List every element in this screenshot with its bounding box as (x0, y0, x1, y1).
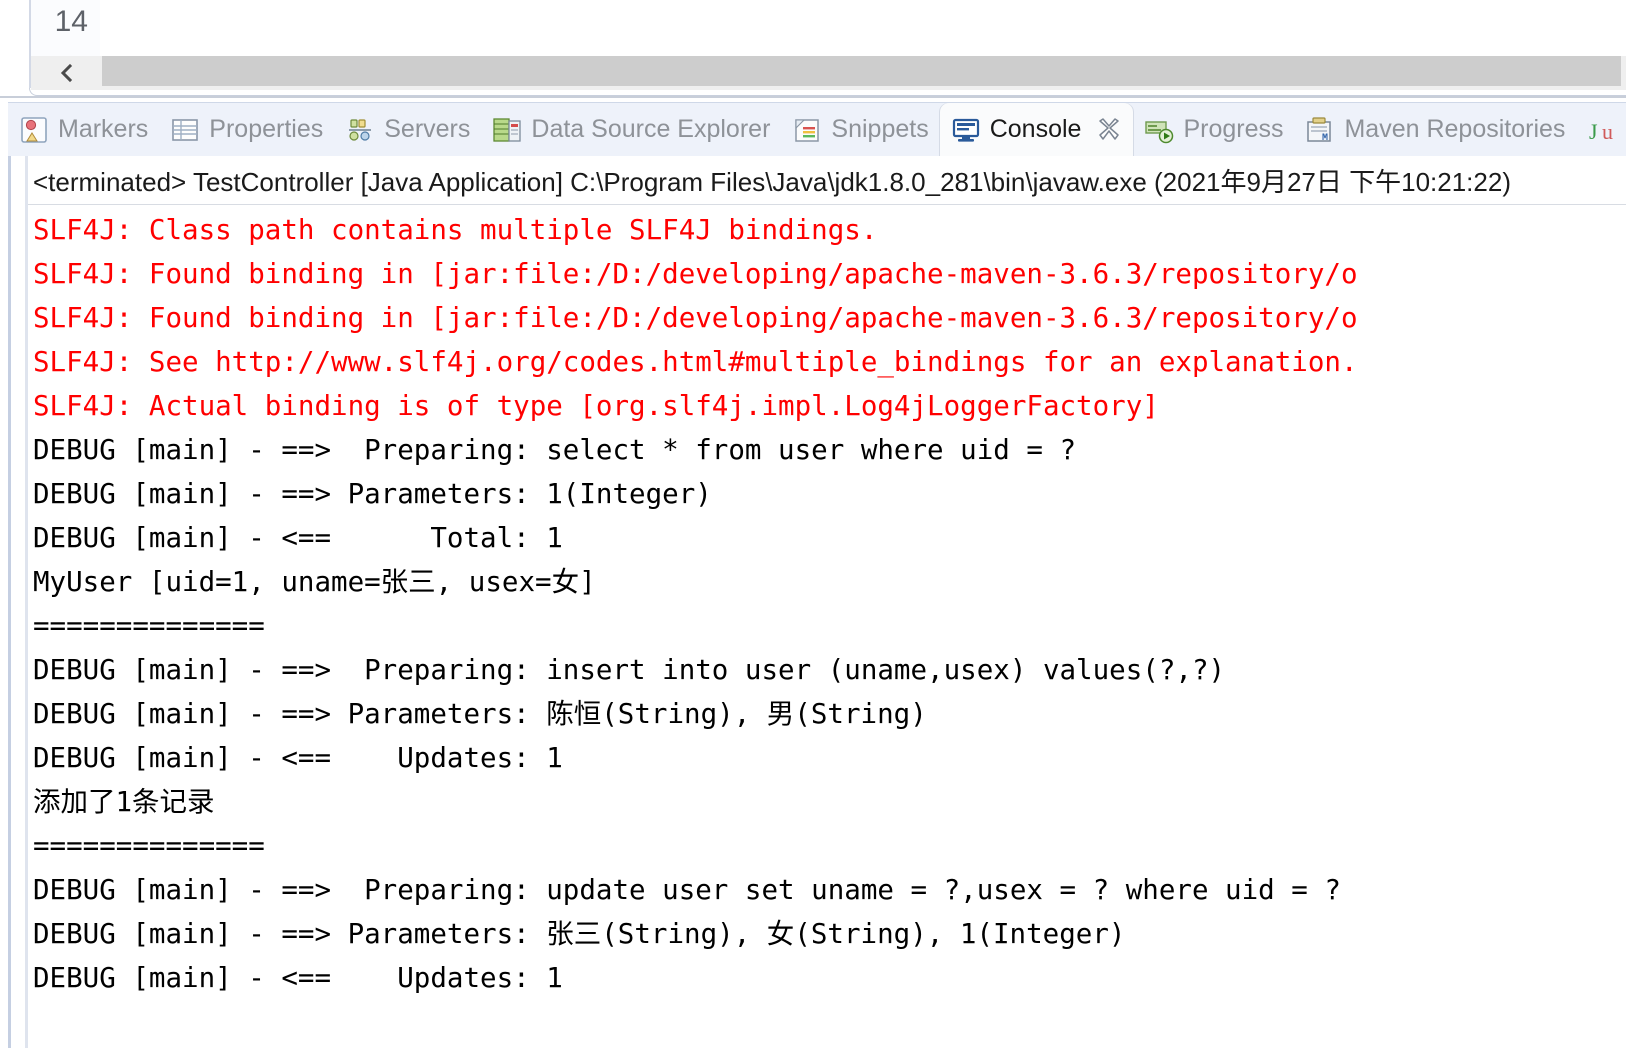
console-line: DEBUG [main] - ==> Parameters: 1(Integer… (33, 478, 712, 510)
tab-label: Properties (209, 115, 324, 143)
editor-hscroll-thumb[interactable] (102, 56, 1621, 86)
tab-properties[interactable]: Properties (159, 103, 334, 157)
junit-icon: Ju (1587, 115, 1617, 145)
editor-horizontal-scrollbar[interactable] (31, 56, 1626, 90)
view-tab-bar: Markers Properties Servers Data Source Expl… (8, 102, 1626, 157)
console-line: ============== (33, 830, 265, 862)
tab-console[interactable]: Console (939, 102, 1134, 157)
tab-label: Console (989, 115, 1082, 143)
console-line: MyUser [uid=1, uname=张三, usex=女] (33, 566, 596, 598)
console-line: DEBUG [main] - ==> Preparing: select * f… (33, 434, 1077, 466)
console-line: DEBUG [main] - <== Updates: 1 (33, 962, 563, 994)
console-left-border (8, 156, 11, 1048)
tab-maven-repositories[interactable]: M Maven Repositories (1294, 103, 1576, 157)
eclipse-console-window: 14 Markers Properties Servers Data Source E… (0, 0, 1626, 1048)
tab-label: Markers (58, 115, 149, 143)
markers-icon (19, 115, 49, 145)
svg-text:u: u (1602, 119, 1613, 144)
console-line: DEBUG [main] - <== Total: 1 (33, 522, 563, 554)
tab-markers[interactable]: Markers (8, 103, 159, 157)
console-launch-header: <terminated> TestController [Java Applic… (33, 166, 1511, 197)
editor-hscroll-left-button[interactable] (31, 56, 102, 90)
editor-bottom-strip: 14 (0, 0, 1626, 102)
data-source-icon (492, 115, 522, 145)
console-line: SLF4J: See http://www.slf4j.org/codes.ht… (33, 346, 1358, 378)
tab-label: Servers (384, 115, 471, 143)
editor-line-number: 14 (54, 5, 88, 38)
progress-icon (1144, 115, 1174, 145)
console-line: SLF4J: Class path contains multiple SLF4… (33, 214, 878, 246)
console-line: DEBUG [main] - ==> Parameters: 张三(String… (33, 918, 1126, 950)
console-line: 添加了1条记录 (33, 786, 215, 818)
tab-label: Snippets (831, 115, 929, 143)
tab-label: Maven Repositories (1344, 115, 1566, 143)
snippets-icon (792, 115, 822, 145)
properties-icon (170, 115, 200, 145)
editor-text-area[interactable] (100, 0, 1626, 56)
close-icon[interactable] (1096, 117, 1122, 143)
tab-data-source-explorer[interactable]: Data Source Explorer (481, 103, 781, 157)
console-output[interactable]: SLF4J: Class path contains multiple SLF4… (28, 208, 1626, 1048)
maven-icon: M (1305, 115, 1335, 145)
svg-text:M: M (1322, 133, 1328, 144)
console-line: DEBUG [main] - ==> Parameters: 陈恒(String… (33, 698, 927, 730)
chevron-left-icon (57, 61, 77, 85)
console-line: ============== (33, 610, 265, 642)
tab-label: Data Source Explorer (531, 115, 771, 143)
console-line: SLF4J: Found binding in [jar:file:/D:/de… (33, 258, 1358, 290)
tab-progress[interactable]: Progress (1133, 103, 1294, 157)
console-line: DEBUG [main] - ==> Preparing: insert int… (33, 654, 1226, 686)
console-view: <terminated> TestController [Java Applic… (8, 156, 1626, 1048)
console-line: DEBUG [main] - <== Updates: 1 (33, 742, 563, 774)
tab-label: Progress (1183, 115, 1284, 143)
console-line: SLF4J: Found binding in [jar:file:/D:/de… (33, 302, 1358, 334)
console-line: SLF4J: Actual binding is of type [org.sl… (33, 390, 1159, 422)
editor-line-number-gutter: 14 (31, 0, 100, 56)
console-line: DEBUG [main] - ==> Preparing: update use… (33, 874, 1341, 906)
tab-ju[interactable]: JuJu (1576, 103, 1626, 157)
console-header-divider (28, 204, 1626, 205)
tab-snippets[interactable]: Snippets (781, 103, 939, 157)
console-icon (951, 115, 981, 145)
servers-icon (345, 115, 375, 145)
tab-servers[interactable]: Servers (334, 103, 481, 157)
svg-text:J: J (1589, 119, 1598, 144)
editor-left-margin (0, 0, 8, 96)
